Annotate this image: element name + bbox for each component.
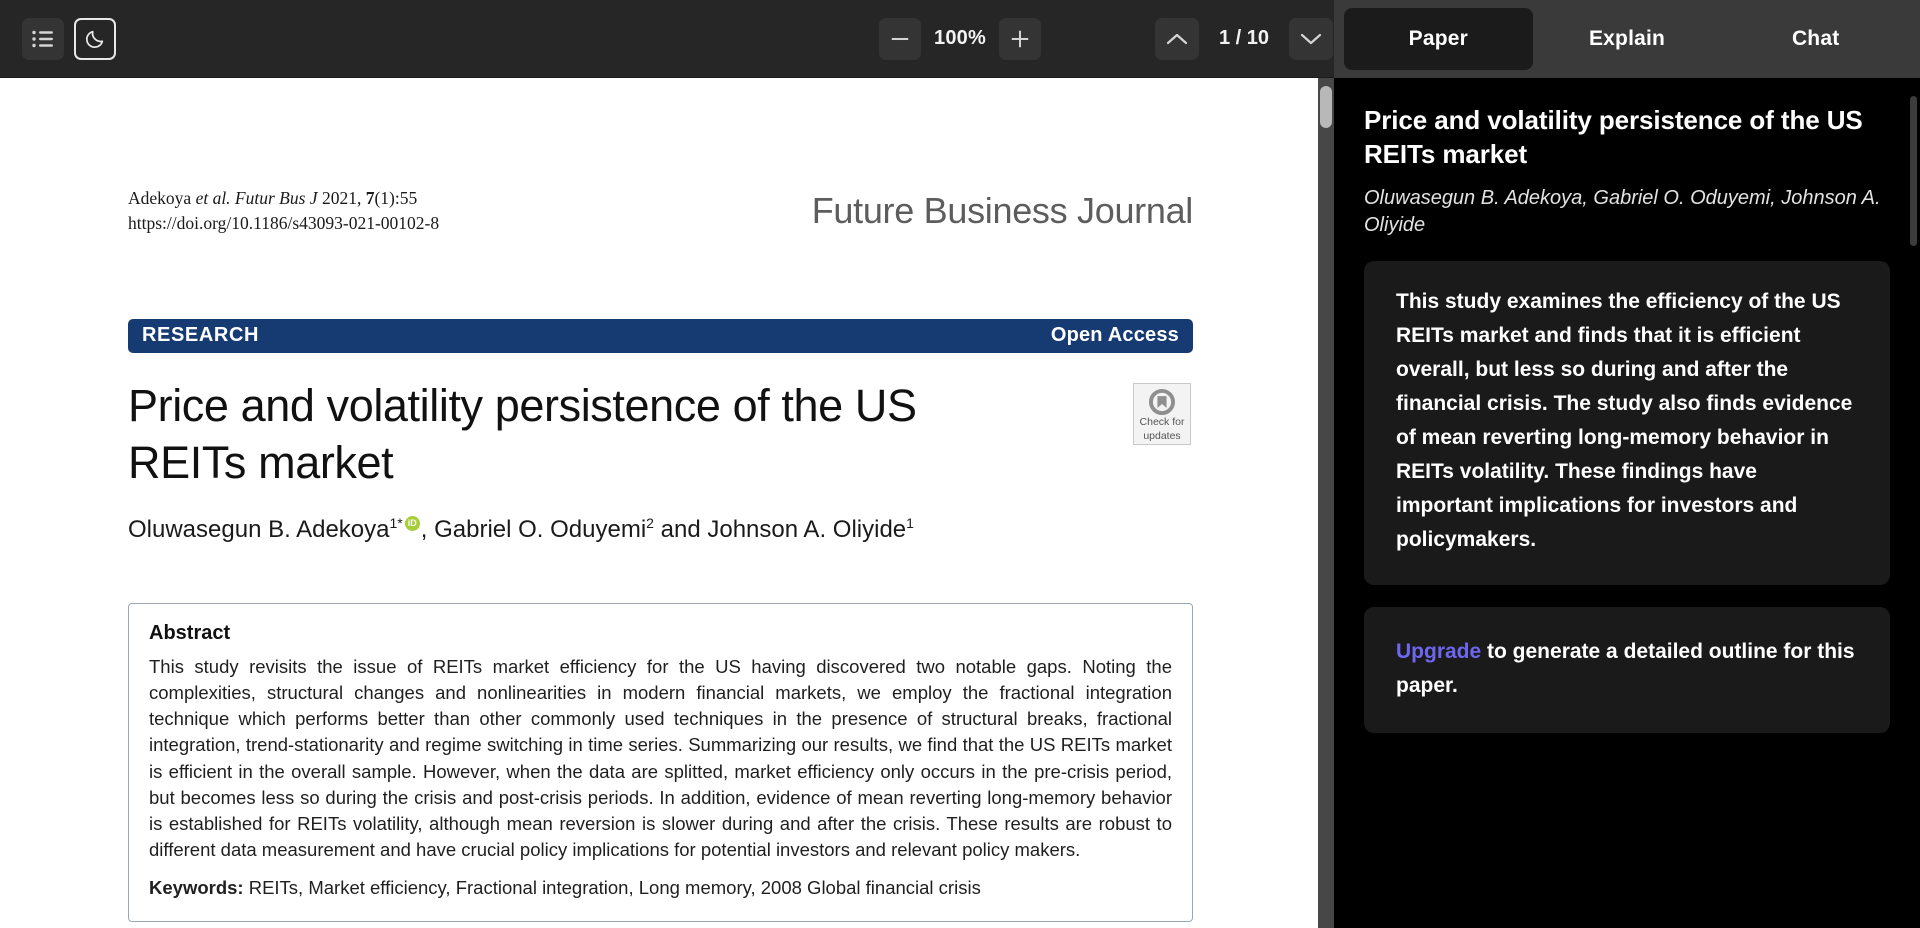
- article-type-banner: RESEARCH Open Access: [128, 318, 1193, 353]
- citation-doi[interactable]: https://doi.org/10.1186/s43093-021-00102…: [128, 211, 439, 236]
- zoom-controls: 100%: [879, 17, 1041, 60]
- top-toolbar: 100% 1 / 10 Paper Explain Chat: [0, 0, 1920, 78]
- open-access-label: Open Access: [1050, 324, 1179, 347]
- author-list: Oluwasegun B. Adekoya1* , Gabriel O. Oduy…: [128, 513, 1193, 547]
- toolbar-left-group: [0, 17, 116, 60]
- journal-name: Future Business Journal: [811, 190, 1194, 231]
- tab-paper[interactable]: Paper: [1344, 8, 1533, 70]
- abstract-body: This study revisits the issue of REITs m…: [149, 655, 1172, 861]
- pdf-viewer[interactable]: Adekoya et al. Futur Bus J 2021, 7(1):55…: [0, 78, 1334, 928]
- panel-paper-title: Price and volatility persistence of the …: [1364, 105, 1863, 169]
- tab-explain[interactable]: Explain: [1533, 8, 1722, 70]
- orcid-icon[interactable]: [404, 516, 420, 532]
- crossmark-icon: [1149, 388, 1175, 415]
- plus-icon[interactable]: [999, 17, 1041, 60]
- author-1: Oluwasegun B. Adekoya: [128, 516, 390, 544]
- page-indicator: 1 / 10: [1218, 27, 1270, 49]
- citation-year: 2021,: [317, 188, 366, 208]
- article-type-label: RESEARCH: [142, 324, 260, 347]
- upgrade-link[interactable]: Upgrade: [1396, 640, 1481, 663]
- pdf-page: Adekoya et al. Futur Bus J 2021, 7(1):55…: [0, 78, 1318, 928]
- citation-journal-abbrev: et al. Futur Bus J: [195, 188, 318, 208]
- author-3: and Johnson A. Oliyide: [653, 516, 907, 544]
- page-title: Price and volatility persistence of the …: [128, 379, 917, 488]
- citation-issue: (1):55: [374, 188, 418, 208]
- summary-text: This study examines the efficiency of th…: [1396, 289, 1853, 551]
- minus-icon[interactable]: [879, 17, 921, 60]
- pdf-scrollbar[interactable]: [1318, 78, 1334, 928]
- panel-tabs: Paper Explain Chat: [1334, 0, 1920, 78]
- author-3-affiliation: 1: [906, 515, 914, 532]
- author-2: , Gabriel O. Oduyemi: [420, 516, 647, 544]
- keywords-label: Keywords:: [149, 876, 244, 898]
- title-row: Price and volatility persistence of the …: [128, 353, 1193, 491]
- upgrade-text: Upgrade to generate a detailed outline f…: [1396, 635, 1858, 703]
- moon-icon[interactable]: [74, 17, 116, 60]
- author-2-affiliation: 2: [646, 515, 654, 532]
- abstract-box: Abstract This study revisits the issue o…: [128, 602, 1193, 923]
- keywords-value: REITs, Market efficiency, Fractional int…: [243, 876, 981, 898]
- summary-card: This study examines the efficiency of th…: [1364, 260, 1890, 585]
- check-for-updates-badge[interactable]: Check for updates: [1133, 382, 1191, 445]
- main-body: Adekoya et al. Futur Bus J 2021, 7(1):55…: [0, 78, 1920, 928]
- author-1-affiliation: 1*: [389, 515, 403, 532]
- page-header: Adekoya et al. Futur Bus J 2021, 7(1):55…: [128, 186, 1193, 237]
- check-updates-line1: Check for: [1139, 415, 1185, 428]
- paper-side-panel: Price and volatility persistence of the …: [1334, 78, 1920, 928]
- chevron-down-icon[interactable]: [1289, 17, 1333, 60]
- tab-chat[interactable]: Chat: [1721, 8, 1910, 70]
- citation-block: Adekoya et al. Futur Bus J 2021, 7(1):55…: [128, 186, 439, 237]
- pdf-scrollbar-thumb[interactable]: [1320, 86, 1332, 128]
- citation-line: Adekoya et al. Futur Bus J 2021, 7(1):55: [128, 186, 439, 211]
- upgrade-card[interactable]: Upgrade to generate a detailed outline f…: [1364, 606, 1890, 733]
- zoom-level-label: 100%: [934, 27, 986, 49]
- keywords-row: Keywords: REITs, Market efficiency, Frac…: [149, 875, 1172, 901]
- abstract-heading: Abstract: [149, 621, 231, 644]
- panel-paper-authors: Oluwasegun B. Adekoya, Gabriel O. Oduyem…: [1364, 186, 1881, 236]
- citation-author: Adekoya: [128, 188, 196, 208]
- app-root: 100% 1 / 10 Paper Explain Chat Adekoya e…: [0, 0, 1920, 928]
- panel-scrollbar-thumb[interactable]: [1910, 96, 1917, 246]
- chevron-up-icon[interactable]: [1155, 17, 1199, 60]
- page-navigation: 1 / 10: [1155, 17, 1333, 60]
- check-updates-line2: updates: [1143, 429, 1181, 442]
- list-outline-icon[interactable]: [22, 17, 64, 60]
